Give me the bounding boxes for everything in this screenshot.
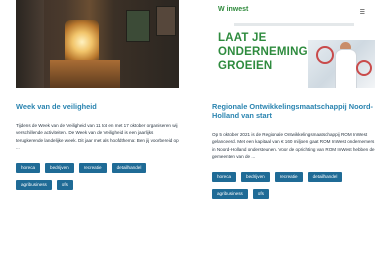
inwest-logo: W inwest bbox=[218, 6, 249, 13]
card-excerpt: Op 5 oktober 2021 is de Regionale Ontwik… bbox=[212, 132, 375, 159]
tag-horeca[interactable]: horeca bbox=[16, 163, 41, 174]
tag-detailhandel[interactable]: detailhandel bbox=[111, 163, 147, 174]
tag-agribusiness[interactable]: agribusiness bbox=[16, 180, 52, 191]
tag-list: horeca bedrijven recreatie detailhandel … bbox=[212, 172, 375, 200]
tag-recreatie[interactable]: recreatie bbox=[78, 163, 107, 174]
hamburger-icon: ☰ bbox=[359, 10, 365, 16]
photo-door bbox=[16, 0, 44, 88]
photo-table bbox=[50, 60, 120, 88]
tag-horeca[interactable]: horeca bbox=[212, 172, 237, 183]
news-card-right[interactable]: W inwest ☰ LAAT JE ONDERNEMING GROEIEN R… bbox=[212, 0, 375, 200]
card-excerpt: Tijdens de Week van de Veiligheid van 11… bbox=[16, 123, 179, 150]
tag-recreatie[interactable]: recreatie bbox=[274, 172, 303, 183]
tag-list: horeca bedrijven recreatie detailhandel … bbox=[16, 163, 179, 191]
photo-frame bbox=[156, 6, 176, 36]
tag-agribusiness[interactable]: agribusiness bbox=[212, 189, 248, 200]
card-image-interior-photo[interactable] bbox=[16, 0, 179, 88]
card-title[interactable]: Regionale Ontwikkelingsmaatschappij Noor… bbox=[212, 102, 375, 120]
lab-ring bbox=[356, 60, 372, 76]
tag-bedrijven[interactable]: bedrijven bbox=[45, 163, 74, 174]
card-image-website-mockup[interactable]: W inwest ☰ LAAT JE ONDERNEMING GROEIEN bbox=[212, 0, 375, 88]
lab-person-coat bbox=[336, 50, 356, 88]
news-card-left[interactable]: Week van de veiligheid Tijdens de Week v… bbox=[16, 0, 179, 191]
mockup-lab-photo bbox=[308, 40, 375, 88]
photo-lamp bbox=[65, 20, 99, 64]
mockup-breadcrumb bbox=[234, 23, 354, 26]
photo-frame bbox=[126, 10, 150, 42]
tag-ofs[interactable]: ofs bbox=[56, 180, 73, 191]
mockup-headline: LAAT JE ONDERNEMING GROEIEN bbox=[218, 32, 308, 72]
mockup-header: W inwest ☰ bbox=[212, 0, 375, 22]
card-title[interactable]: Week van de veiligheid bbox=[16, 102, 179, 111]
lab-ring bbox=[316, 46, 334, 64]
tag-detailhandel[interactable]: detailhandel bbox=[307, 172, 343, 183]
tag-bedrijven[interactable]: bedrijven bbox=[241, 172, 270, 183]
tag-ofs[interactable]: ofs bbox=[252, 189, 269, 200]
